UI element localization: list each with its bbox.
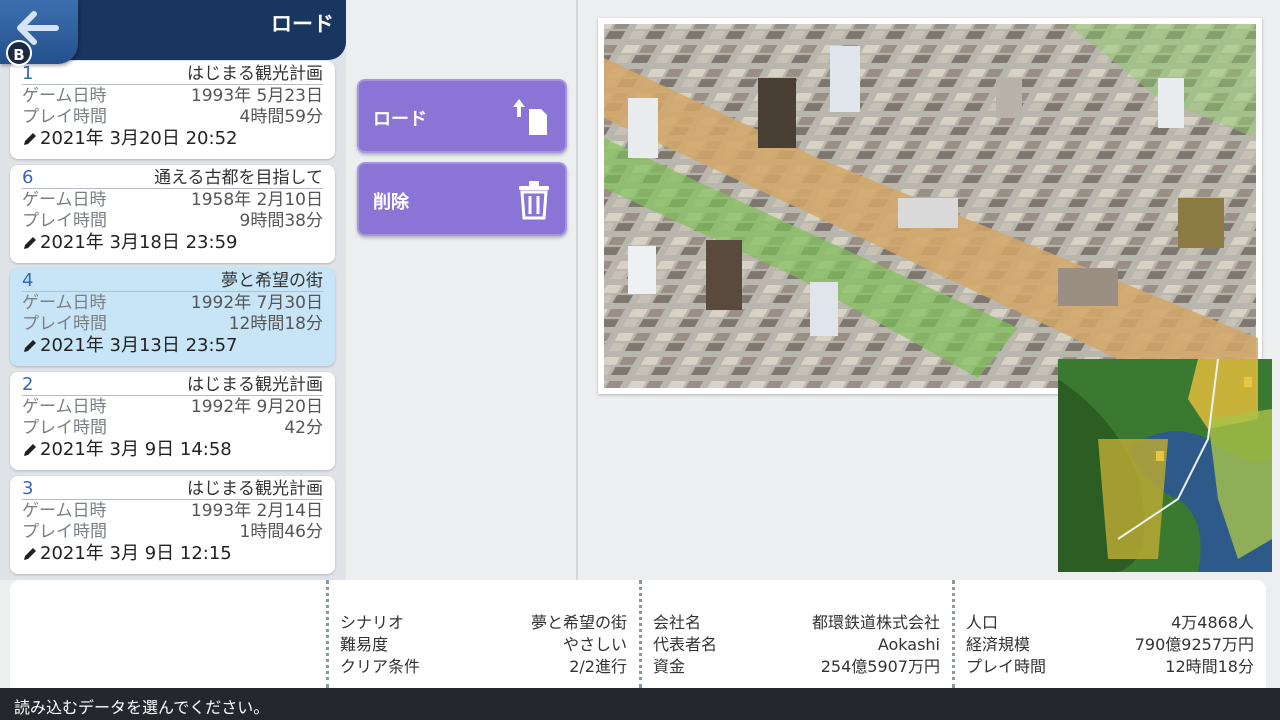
play-time-label: プレイ時間 [22, 211, 107, 231]
load-button-label: ロード [373, 109, 427, 130]
play-time-label: プレイ時間 [22, 314, 107, 334]
save-card-header: 3 はじまる観光計画 [22, 476, 323, 500]
save-slot-card[interactable]: 4 夢と希望の街ゲーム日時 1992年 7月30日プレイ時間 12時間18分 2021年… [10, 268, 335, 366]
page-title: ロード [271, 12, 334, 36]
game-date-value: 1992年 9月20日 [190, 397, 323, 417]
save-scenario-name: 通える古都を目指して [154, 168, 323, 188]
city-info: 人口 4万4868人 経済規模 790億9257万円 プレイ時間 12時間18分 [952, 580, 1266, 688]
scenario-value: 夢と希望の街 [530, 613, 627, 632]
load-button[interactable]: ロード [357, 79, 567, 153]
status-bar: 読み込むデータを選んでください。 [0, 688, 1280, 720]
play-time-value: 12時間18分 [228, 314, 323, 334]
city-play-time-label: プレイ時間 [966, 657, 1047, 676]
save-slot-number: 6 [22, 167, 34, 188]
saved-timestamp: 2021年 3月 9日 12:15 [40, 543, 232, 564]
save-scenario-name: はじまる観光計画 [187, 375, 323, 395]
clear-condition-value: 2/2進行 [569, 657, 627, 676]
minimap [1058, 359, 1272, 572]
save-slot-number: 3 [22, 478, 34, 499]
company-label: 会社名 [653, 613, 702, 632]
panel-divider [576, 0, 578, 580]
difficulty-label: 難易度 [340, 635, 389, 654]
play-time-label: プレイ時間 [22, 107, 107, 127]
population-value: 4万4868人 [1171, 613, 1254, 632]
saved-timestamp: 2021年 3月18日 23:59 [40, 232, 238, 253]
trash-icon [519, 181, 549, 220]
play-time-label: プレイ時間 [22, 418, 107, 438]
city-preview-image [598, 18, 1262, 394]
save-slot-number: 4 [22, 270, 34, 291]
save-scenario-name: はじまる観光計画 [187, 479, 323, 499]
delete-button-label: 削除 [373, 192, 409, 213]
game-date-value: 1993年 2月14日 [190, 501, 323, 521]
save-slot-card[interactable]: 3 はじまる観光計画ゲーム日時 1993年 2月14日プレイ時間 1時間46分 2021… [10, 476, 335, 574]
play-time-value: 42分 [284, 418, 323, 438]
save-slot-number: 1 [22, 63, 34, 84]
pencil-icon [24, 133, 36, 145]
play-time-value: 1時間46分 [239, 522, 323, 542]
save-slot-card[interactable]: 1 はじまる観光計画ゲーム日時 1993年 5月23日プレイ時間 4時間59分 2021… [10, 61, 335, 159]
representative-value: Aokashi [877, 635, 940, 654]
game-date-label: ゲーム日時 [22, 86, 107, 106]
game-date-value: 1958年 2月10日 [190, 190, 323, 210]
play-time-label: プレイ時間 [22, 522, 107, 542]
representative-label: 代表者名 [653, 635, 718, 654]
game-date-label: ゲーム日時 [22, 190, 107, 210]
game-date-value: 1992年 7月30日 [190, 293, 323, 313]
economy-label: 経済規模 [966, 635, 1031, 654]
funds-label: 資金 [653, 657, 686, 676]
save-list-panel: ロード B 1 はじまる観光計画 ゲーム日時 1993年 5月23日 プレイ時間 4時間5… [0, 0, 346, 580]
save-card-header: 4 夢と希望の街 [22, 268, 323, 292]
save-slot-card[interactable]: 6 通える古都を目指してゲーム日時 1958年 2月10日プレイ時間 9時間38分 20… [10, 165, 335, 263]
status-message: 読み込むデータを選んでください。 [14, 698, 270, 717]
b-button-badge: B [6, 40, 32, 66]
save-scenario-name: はじまる観光計画 [187, 64, 323, 84]
pencil-icon [24, 237, 36, 249]
save-slot-number: 2 [22, 374, 34, 395]
difficulty-value: やさしい [562, 635, 627, 654]
save-card-header: 1 はじまる観光計画 [22, 61, 323, 85]
funds-value: 254億5907万円 [820, 657, 940, 676]
company-info: 会社名 都環鉄道株式会社 代表者名 Aokashi 資金 254億5907万円 [639, 580, 952, 688]
play-time-value: 9時間38分 [239, 211, 323, 231]
delete-button[interactable]: 削除 [357, 162, 567, 236]
game-date-label: ゲーム日時 [22, 501, 107, 521]
scenario-info: シナリオ 夢と希望の街 難易度 やさしい クリア条件 2/2進行 [326, 580, 639, 688]
company-value: 都環鉄道株式会社 [811, 613, 940, 632]
save-scenario-name: 夢と希望の街 [221, 271, 323, 291]
save-card-header: 6 通える古都を目指して [22, 165, 323, 189]
population-label: 人口 [966, 613, 999, 632]
saved-timestamp: 2021年 3月20日 20:52 [40, 128, 238, 149]
save-card-header: 2 はじまる観光計画 [22, 372, 323, 396]
saved-timestamp: 2021年 3月 9日 14:58 [40, 439, 232, 460]
save-slot-card[interactable]: 2 はじまる観光計画ゲーム日時 1992年 9月20日プレイ時間 42分 2021年 3… [10, 372, 335, 470]
pencil-icon [24, 548, 36, 560]
economy-value: 790億9257万円 [1134, 635, 1254, 654]
pencil-icon [24, 444, 36, 456]
game-date-label: ゲーム日時 [22, 397, 107, 417]
clear-condition-label: クリア条件 [340, 657, 421, 676]
save-details-panel: シナリオ 夢と希望の街 難易度 やさしい クリア条件 2/2進行 会社名 都環鉄道株式会… [10, 580, 1266, 688]
saved-timestamp: 2021年 3月13日 23:57 [40, 335, 238, 356]
game-date-value: 1993年 5月23日 [190, 86, 323, 106]
city-play-time-value: 12時間18分 [1165, 657, 1254, 676]
load-file-icon [513, 99, 547, 135]
pencil-icon [24, 340, 36, 352]
scenario-label: シナリオ [340, 613, 405, 632]
play-time-value: 4時間59分 [239, 107, 323, 127]
game-date-label: ゲーム日時 [22, 293, 107, 313]
